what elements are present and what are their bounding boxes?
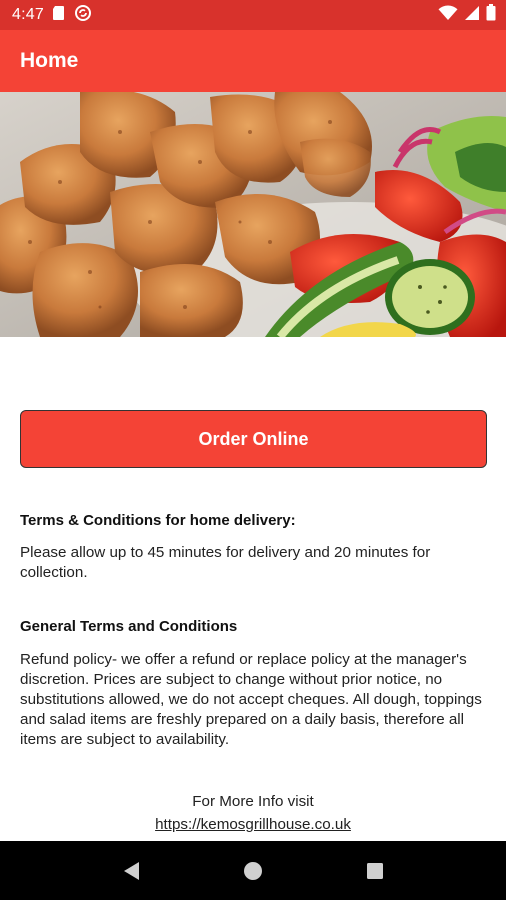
order-online-button[interactable]: Order Online xyxy=(20,410,487,468)
recents-button[interactable] xyxy=(355,851,395,891)
battery-icon xyxy=(486,4,496,26)
sd-card-icon xyxy=(52,5,66,26)
general-terms-text: Refund policy- we offer a refund or repl… xyxy=(20,651,482,748)
signal-icon xyxy=(464,5,480,26)
more-info-label: For More Info visit xyxy=(192,793,314,810)
website-link[interactable]: https://kemosgrillhouse.co.uk xyxy=(0,816,506,833)
general-terms-title: General Terms and Conditions xyxy=(20,618,238,635)
home-delivery-terms-text: Please allow up to 45 minutes for delive… xyxy=(20,544,431,581)
status-time: 4:47 xyxy=(12,6,44,23)
page-title: Home xyxy=(20,49,79,72)
home-button[interactable] xyxy=(233,851,273,891)
hero-image xyxy=(0,92,506,337)
back-button[interactable] xyxy=(111,851,151,891)
back-icon xyxy=(124,861,139,880)
system-nav-bar xyxy=(0,841,506,900)
app-bar: Home xyxy=(0,30,506,92)
home-icon xyxy=(244,861,262,880)
wifi-icon xyxy=(438,4,458,26)
home-delivery-terms-title: Terms & Conditions for home delivery: xyxy=(20,512,296,529)
image-carousel[interactable] xyxy=(0,92,506,337)
recents-icon xyxy=(367,862,383,879)
status-bar: 4:47 xyxy=(0,0,506,30)
sync-icon xyxy=(74,4,92,27)
